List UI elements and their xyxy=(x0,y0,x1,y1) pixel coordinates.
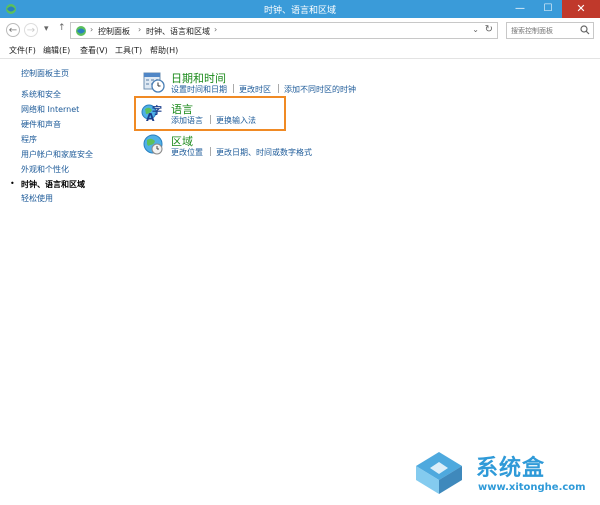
search-box[interactable] xyxy=(506,22,594,39)
sidebar-item-hardware-sound[interactable]: 硬件和声音 xyxy=(21,119,61,130)
breadcrumb-separator: › xyxy=(214,25,218,34)
navigation-bar: ← → ▾ ↑ › 控制面板 › 时钟、语言和区域 › ⌄ ↻ xyxy=(0,18,600,44)
breadcrumb-separator: › xyxy=(90,25,94,34)
link-change-time-zone[interactable]: 更改时区 xyxy=(239,84,271,95)
sidebar-item-control-panel-home[interactable]: 控制面板主页 xyxy=(21,68,69,79)
region-globe-icon[interactable] xyxy=(142,133,164,155)
highlight-box-language xyxy=(134,96,286,131)
minimize-button[interactable]: — xyxy=(506,0,534,18)
breadcrumb-control-panel[interactable]: 控制面板 xyxy=(98,26,130,37)
calendar-clock-icon[interactable] xyxy=(143,71,165,93)
refresh-button[interactable]: ↻ xyxy=(485,24,493,35)
recent-locations-dropdown[interactable]: ▾ xyxy=(44,24,49,34)
menu-help[interactable]: 帮助(H) xyxy=(150,45,178,56)
current-item-bullet: • xyxy=(10,179,15,188)
menu-view[interactable]: 查看(V) xyxy=(80,45,108,56)
address-dropdown[interactable]: ⌄ xyxy=(472,25,479,34)
sidebar-item-appearance[interactable]: 外观和个性化 xyxy=(21,164,69,175)
sidebar-item-network-internet[interactable]: 网络和 Internet xyxy=(21,104,79,115)
maximize-button[interactable]: ☐ xyxy=(534,0,562,18)
link-change-formats[interactable]: 更改日期、时间或数字格式 xyxy=(216,147,312,158)
link-separator xyxy=(210,147,211,156)
forward-button[interactable]: → xyxy=(24,23,38,37)
back-button[interactable]: ← xyxy=(6,23,20,37)
sidebar-item-programs[interactable]: 程序 xyxy=(21,134,37,145)
menu-tools[interactable]: 工具(T) xyxy=(115,45,142,56)
sidebar-item-system-security[interactable]: 系统和安全 xyxy=(21,89,61,100)
sidebar-item-ease-of-access[interactable]: 轻松使用 xyxy=(21,193,53,204)
address-bar[interactable]: › 控制面板 › 时钟、语言和区域 › ⌄ ↻ xyxy=(70,22,498,39)
link-separator xyxy=(278,84,279,93)
title-bar: 时钟、语言和区域 — ☐ ✕ xyxy=(0,0,600,18)
link-set-date-time[interactable]: 设置时间和日期 xyxy=(171,84,227,95)
watermark-url: www.xitonghe.com xyxy=(478,482,586,493)
link-separator xyxy=(233,84,234,93)
sidebar: 控制面板主页 系统和安全 网络和 Internet 硬件和声音 程序 用户帐户和… xyxy=(0,59,120,505)
breadcrumb-clock-language-region[interactable]: 时钟、语言和区域 xyxy=(146,26,210,37)
up-button[interactable]: ↑ xyxy=(58,23,66,33)
menu-file[interactable]: 文件(F) xyxy=(9,45,36,56)
watermark-logo-icon xyxy=(416,452,462,494)
link-change-location[interactable]: 更改位置 xyxy=(171,147,203,158)
menu-edit[interactable]: 编辑(E) xyxy=(43,45,70,56)
sidebar-item-clock-language-region: 时钟、语言和区域 xyxy=(21,180,85,189)
search-icon[interactable] xyxy=(580,25,590,35)
close-button[interactable]: ✕ xyxy=(562,0,600,18)
control-panel-icon xyxy=(76,26,86,36)
watermark-text: 系统盒 xyxy=(476,456,546,481)
breadcrumb-separator: › xyxy=(138,25,142,34)
search-input[interactable] xyxy=(511,24,579,37)
menu-bar: 文件(F) 编辑(E) 查看(V) 工具(T) 帮助(H) xyxy=(0,44,600,58)
sidebar-item-user-accounts[interactable]: 用户帐户和家庭安全 xyxy=(21,149,93,160)
link-add-clocks[interactable]: 添加不同时区的时钟 xyxy=(284,84,356,95)
